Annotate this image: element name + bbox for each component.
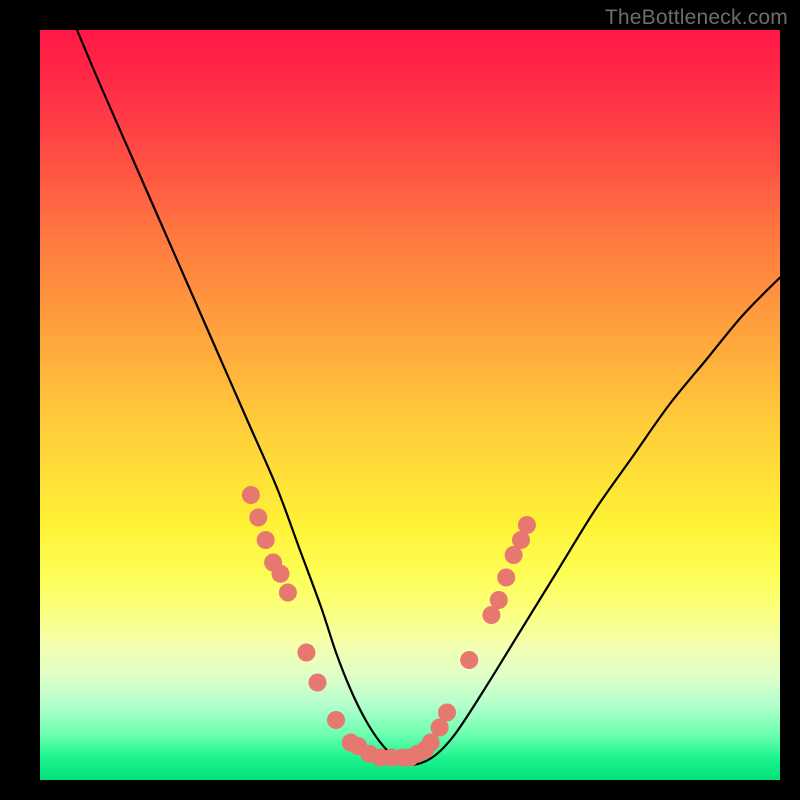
curve-marker [297,644,315,662]
curve-marker [490,591,508,609]
curve-marker [272,565,290,583]
chart-frame: TheBottleneck.com [0,0,800,800]
plot-area [40,30,780,780]
curve-marker [518,516,536,534]
curve-svg [40,30,780,780]
curve-marker [327,711,345,729]
watermark-text: TheBottleneck.com [605,6,788,30]
curve-marker [460,651,478,669]
bottleneck-curve [77,30,780,765]
curve-markers [242,486,536,767]
curve-marker [309,674,327,692]
curve-marker [497,569,515,587]
curve-marker [279,584,297,602]
curve-marker [422,734,440,752]
curve-marker [438,704,456,722]
curve-marker [257,531,275,549]
curve-marker [242,486,260,504]
curve-marker [249,509,267,527]
